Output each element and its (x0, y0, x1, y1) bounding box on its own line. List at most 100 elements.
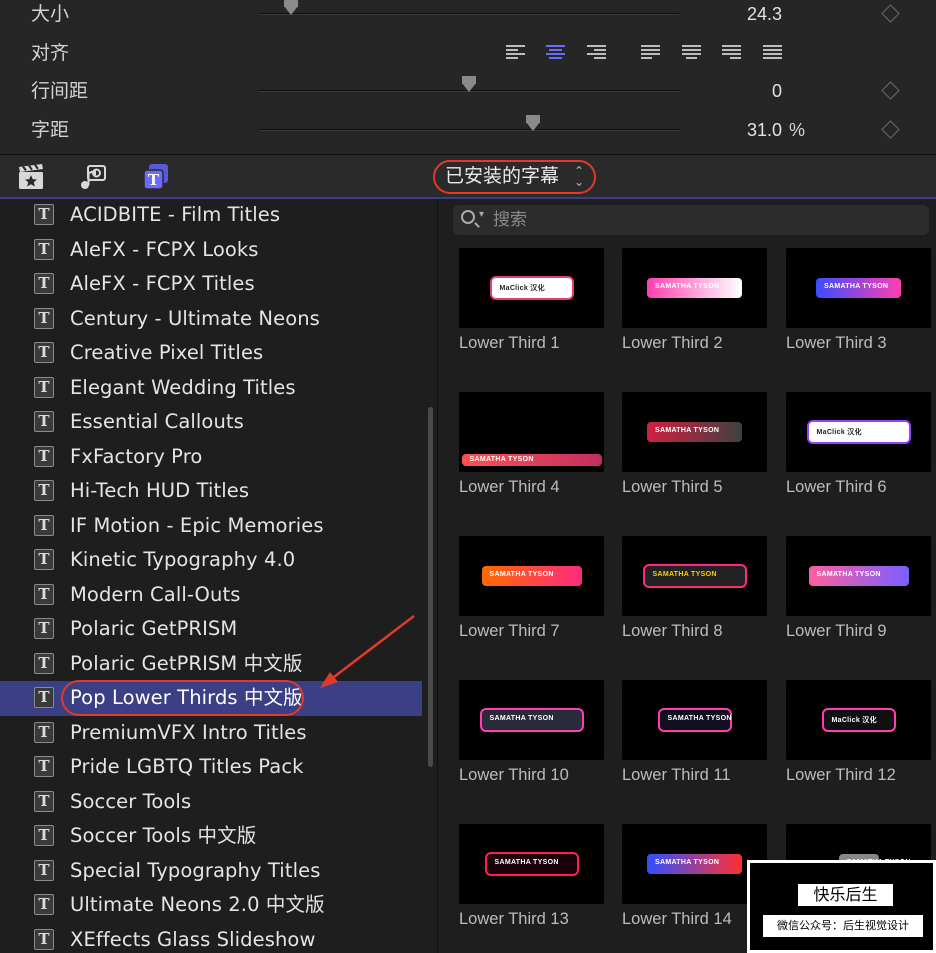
align-center-icon[interactable] (546, 44, 565, 61)
title-tile[interactable]: SAMATHA TYSON Lower Third 13 (459, 824, 604, 949)
library-item[interactable]: T Soccer Tools (0, 785, 422, 820)
title-thumbnail: SAMATHA TYSON (459, 824, 604, 904)
size-slider-knob[interactable] (284, 0, 298, 15)
library-item[interactable]: T Ultimate Neons 2.0 中文版 (0, 888, 422, 923)
library-item[interactable]: T Pride LGBTQ Titles Pack (0, 750, 422, 785)
title-folder-icon: T (34, 825, 54, 846)
music-photo-icon[interactable] (79, 163, 107, 191)
title-tile[interactable]: SAMATHA TYSON Lower Third 4 (459, 392, 604, 517)
library-item-label: Special Typography Titles (70, 858, 321, 882)
browser-toolbar: T 已安装的字幕 ⌃ ⌃ (0, 154, 936, 199)
thumbnail-text: SAMATHA TYSON (655, 283, 720, 290)
library-item[interactable]: T XEffects Glass Slideshow (0, 923, 422, 953)
title-tile-label: Lower Third 13 (459, 910, 569, 928)
title-tile[interactable]: MaClick 汉化 Lower Third 12 (786, 680, 931, 805)
tracking-slider-knob[interactable] (526, 115, 540, 131)
installed-titles-popup[interactable]: 已安装的字幕 ⌃ ⌃ (433, 160, 596, 194)
chevron-updown-icon: ⌃ ⌃ (573, 164, 584, 188)
title-tile[interactable]: SAMATHA TYSON Lower Third 9 (786, 536, 931, 661)
installed-titles-label: 已安装的字幕 (445, 165, 560, 187)
title-thumbnail: MaClick 汉化 (459, 248, 604, 328)
title-folder-icon: T (34, 894, 54, 915)
title-folder-icon: T (34, 549, 54, 570)
title-tile[interactable]: SAMATHA TYSON Lower Third 7 (459, 536, 604, 661)
sidebar-scrollbar[interactable] (428, 407, 433, 767)
alignment-label: 对齐 (31, 42, 70, 64)
title-folder-icon: T (34, 928, 54, 950)
justify-center-icon[interactable] (682, 44, 701, 61)
align-left-icon[interactable] (506, 44, 525, 61)
title-tile[interactable]: SAMATHA TYSON Lower Third 10 (459, 680, 604, 805)
library-item-label: FxFactory Pro (70, 444, 203, 468)
library-item-label: Polaric GetPRISM 中文版 (70, 651, 303, 675)
library-item[interactable]: T ACIDBITE - Film Titles (0, 199, 422, 233)
alignment-row: 对齐 (0, 34, 936, 72)
library-item-label: Kinetic Typography 4.0 (70, 548, 296, 571)
thumbnail-text: SAMATHA TYSON (469, 456, 534, 463)
library-item[interactable]: T AleFX - FCPX Titles (0, 267, 422, 302)
title-tile[interactable]: SAMATHA TYSON Lower Third 11 (622, 680, 767, 805)
library-item-label: ACIDBITE - Film Titles (70, 203, 281, 226)
library-item[interactable]: T Century - Ultimate Neons (0, 302, 422, 337)
library-item[interactable]: T Special Typography Titles (0, 854, 422, 889)
justify-right-icon[interactable] (722, 44, 741, 61)
size-value[interactable]: 24.3 (700, 0, 782, 33)
title-tile-label: Lower Third 10 (459, 766, 569, 784)
library-item[interactable]: T PremiumVFX Intro Titles (0, 716, 422, 751)
title-tile[interactable]: MaClick 汉化 Lower Third 1 (459, 248, 604, 373)
library-item-label: Creative Pixel Titles (70, 341, 264, 364)
title-tile[interactable]: SAMATHA TYSON Lower Third 2 (622, 248, 767, 373)
title-tile[interactable]: MaClick 汉化 Lower Third 6 (786, 392, 931, 517)
library-item[interactable]: T Kinetic Typography 4.0 (0, 543, 422, 578)
library-item-label: XEffects Glass Slideshow (70, 927, 316, 951)
library-item-label: Modern Call-Outs (70, 582, 241, 606)
clapper-star-icon[interactable] (17, 163, 45, 191)
library-item-label: IF Motion - Epic Memories (70, 513, 324, 537)
line-spacing-keyframe-icon[interactable] (881, 81, 900, 100)
title-thumbnail: SAMATHA TYSON (622, 536, 767, 616)
thumbnail-text: SAMATHA TYSON (655, 427, 720, 434)
svg-text:T: T (148, 171, 160, 189)
line-spacing-value[interactable]: 0 (700, 72, 782, 110)
title-folder-icon: T (34, 376, 54, 398)
tracking-value[interactable]: 31.0 (700, 111, 782, 149)
size-slider[interactable] (259, 0, 679, 15)
title-tile[interactable]: SAMATHA TYSON Lower Third 3 (786, 248, 931, 373)
title-tile-label: Lower Third 6 (786, 478, 887, 496)
align-right-icon[interactable] (587, 44, 606, 61)
title-tile-label: Lower Third 4 (459, 478, 560, 496)
tracking-slider[interactable] (259, 115, 679, 131)
watermark-subtitle: 微信公众号：后生视觉设计 (763, 915, 923, 937)
titles-icon[interactable]: T (142, 163, 170, 191)
line-spacing-row: 行间距 0 (0, 72, 936, 110)
library-item[interactable]: T Creative Pixel Titles (0, 336, 422, 371)
search-field[interactable]: ▾ 搜索 (453, 205, 929, 235)
library-item-label: Soccer Tools (70, 789, 192, 813)
title-folder-icon: T (34, 618, 54, 639)
library-item[interactable]: T Essential Callouts (0, 405, 422, 440)
line-spacing-slider-knob[interactable] (462, 76, 476, 92)
size-keyframe-icon[interactable] (881, 4, 900, 23)
library-item[interactable]: T Hi-Tech HUD Titles (0, 474, 422, 509)
title-tile[interactable]: SAMATHA TYSON Lower Third 5 (622, 392, 767, 517)
title-tile-label: Lower Third 12 (786, 766, 896, 784)
library-item[interactable]: T FxFactory Pro (0, 440, 422, 475)
library-item-label: AleFX - FCPX Titles (70, 272, 255, 295)
library-item-label: Soccer Tools 中文版 (70, 824, 257, 847)
library-item[interactable]: T IF Motion - Epic Memories (0, 509, 422, 544)
thumbnail-text: SAMATHA TYSON (667, 715, 732, 722)
justify-left-icon[interactable] (641, 44, 660, 61)
chevron-down-icon[interactable]: ▾ (479, 209, 484, 220)
library-item[interactable]: T Elegant Wedding Titles (0, 371, 422, 406)
title-tile[interactable]: SAMATHA TYSON Lower Third 8 (622, 536, 767, 661)
title-thumbnail: SAMATHA TYSON (622, 680, 767, 760)
library-item[interactable]: T AleFX - FCPX Looks (0, 233, 422, 268)
justify-full-icon[interactable] (763, 44, 782, 61)
library-item[interactable]: T Soccer Tools 中文版 (0, 819, 422, 854)
title-tile[interactable]: SAMATHA TYSON Lower Third 14 (622, 824, 767, 949)
line-spacing-slider[interactable] (259, 76, 679, 92)
thumbnail-text: SAMATHA TYSON (816, 571, 881, 578)
title-tile-label: Lower Third 1 (459, 334, 560, 352)
tracking-keyframe-icon[interactable] (881, 120, 900, 139)
thumbnail-text: SAMATHA TYSON (489, 571, 554, 578)
